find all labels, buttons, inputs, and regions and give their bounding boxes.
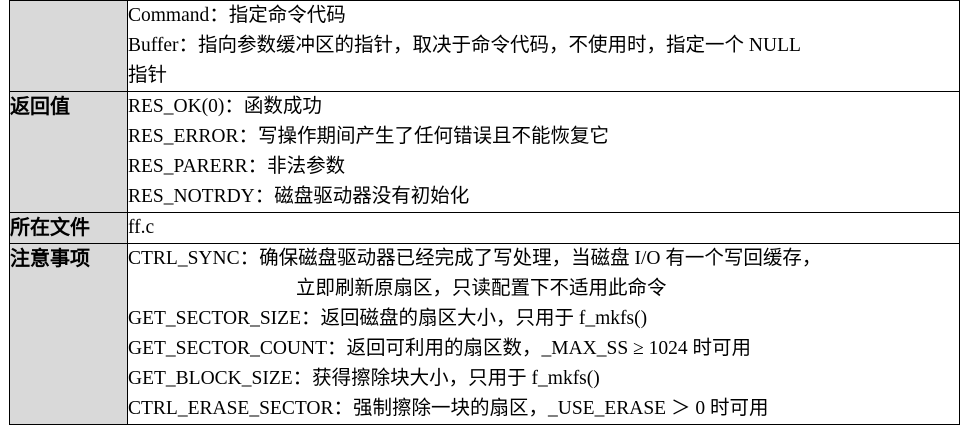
- note-get-sector-count: GET_SECTOR_COUNT：返回可利用的扇区数，_MAX_SS ≥ 102…: [128, 338, 752, 359]
- param-command: Command：指定命令代码: [128, 5, 346, 26]
- param-buffer: Buffer：指向参数缓冲区的指针，取决于命令代码，不使用时，指定一个 NULL: [128, 35, 801, 56]
- row-value: RES_OK(0)：函数成功 RES_ERROR：写操作期间产生了任何错误且不能…: [127, 91, 960, 213]
- row-value: ff.c: [127, 212, 960, 244]
- note-get-sector-size: GET_SECTOR_SIZE：返回磁盘的扇区大小，只用于 f_mkfs(): [128, 308, 648, 329]
- table-row-source-file: 所在文件 ff.c: [9, 212, 960, 244]
- note-get-block-size: GET_BLOCK_SIZE：获得擦除块大小，只用于 f_mkfs(): [128, 368, 600, 389]
- row-key-notes: 注意事项: [9, 243, 128, 425]
- table-row-return-value: 返回值 RES_OK(0)：函数成功 RES_ERROR：写操作期间产生了任何错…: [9, 91, 960, 213]
- row-key-return-value: 返回值: [9, 91, 128, 213]
- source-file-name: ff.c: [128, 217, 155, 238]
- row-key-empty: [9, 0, 128, 92]
- return-res-parerr: RES_PARERR：非法参数: [128, 156, 346, 177]
- return-res-error: RES_ERROR：写操作期间产生了任何错误且不能恢复它: [128, 126, 610, 147]
- table-row-notes: 注意事项 CTRL_SYNC：确保磁盘驱动器已经完成了写处理，当磁盘 I/O 有…: [9, 243, 960, 425]
- return-res-ok: RES_OK(0)：函数成功: [128, 96, 322, 117]
- note-ctrl-sync: CTRL_SYNC：确保磁盘驱动器已经完成了写处理，当磁盘 I/O 有一个写回缓…: [128, 248, 822, 269]
- note-ctrl-erase-sector: CTRL_ERASE_SECTOR：强制擦除一块的扇区，_USE_ERASE ＞…: [128, 398, 769, 419]
- spec-table: Command：指定命令代码 Buffer：指向参数缓冲区的指针，取决于命令代码…: [9, 0, 960, 425]
- row-key-source-file: 所在文件: [9, 212, 128, 244]
- row-value: Command：指定命令代码 Buffer：指向参数缓冲区的指针，取决于命令代码…: [127, 0, 960, 92]
- param-buffer-cont: 指针: [128, 65, 168, 86]
- table-row-parameters: Command：指定命令代码 Buffer：指向参数缓冲区的指针，取决于命令代码…: [9, 0, 960, 92]
- return-res-notrdy: RES_NOTRDY：磁盘驱动器没有初始化: [128, 186, 470, 207]
- note-ctrl-sync-cont: 立即刷新原扇区，只读配置下不适用此命令: [296, 278, 667, 299]
- row-value: CTRL_SYNC：确保磁盘驱动器已经完成了写处理，当磁盘 I/O 有一个写回缓…: [127, 243, 960, 425]
